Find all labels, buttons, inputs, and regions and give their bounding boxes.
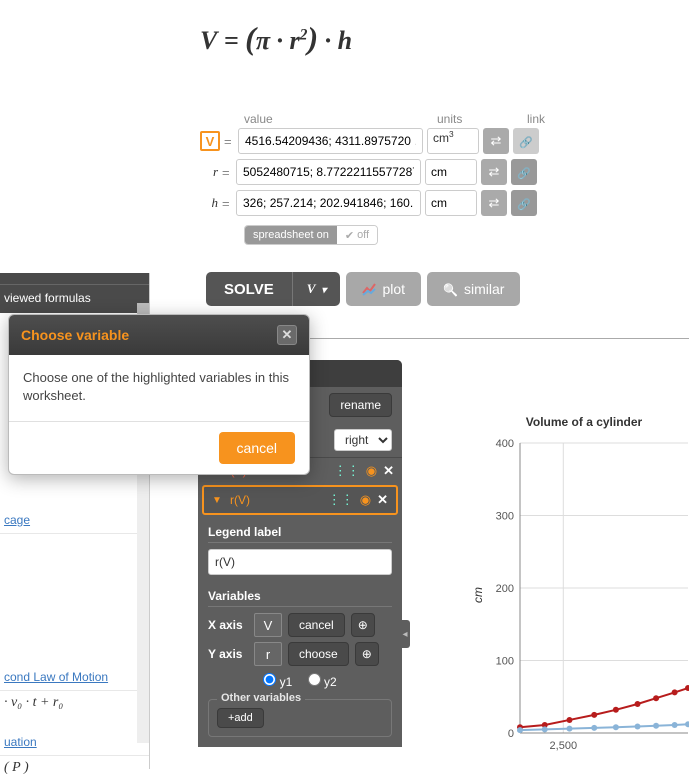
solve-button[interactable]: SOLVE V	[206, 272, 340, 306]
add-variable-button[interactable]: +add	[217, 708, 264, 728]
connect-icon[interactable]: ⋮⋮	[328, 492, 354, 508]
chevron-down-icon: ▼	[212, 495, 222, 506]
swap-icon[interactable]	[483, 128, 509, 154]
similar-button[interactable]: similar	[427, 272, 520, 306]
variable-badge[interactable]: V	[200, 131, 220, 151]
variable-units-input[interactable]	[425, 190, 477, 216]
legend-label-input[interactable]	[208, 549, 392, 575]
svg-text:400: 400	[496, 438, 514, 450]
y-axis-var[interactable]: r	[254, 642, 282, 666]
variable-symbol: h	[200, 195, 218, 211]
variable-row: r =	[200, 159, 545, 185]
svg-text:200: 200	[496, 583, 514, 595]
x-axis-label: X axis	[208, 618, 248, 632]
modal-cancel-button[interactable]: cancel	[219, 432, 295, 464]
variable-value-input[interactable]	[236, 159, 421, 185]
swap-icon[interactable]	[481, 159, 507, 185]
col-value-header: value	[244, 112, 437, 126]
search-icon	[443, 281, 458, 297]
legend-label-header: Legend label	[208, 525, 392, 543]
connect-icon[interactable]: ⋮⋮	[334, 463, 360, 479]
panel-drag-handle[interactable]: ◂	[400, 620, 410, 648]
sidebar-formula: · v₀ · t + r₀	[0, 691, 149, 713]
target-icon[interactable]	[351, 613, 375, 637]
sidebar-link[interactable]: uation	[0, 729, 149, 756]
variable-row: h =	[200, 190, 545, 216]
eye-icon[interactable]: ◉	[360, 492, 371, 508]
sidebar-formula: ( P )	[0, 756, 149, 778]
sidebar-link[interactable]: cage	[0, 507, 149, 534]
eye-icon[interactable]: ◉	[366, 463, 377, 479]
action-row: SOLVE V plot similar	[206, 272, 520, 306]
variable-table: value units link V = cm3 r = h = spreads…	[200, 112, 545, 245]
align-select[interactable]: right	[334, 429, 392, 451]
variable-units-input[interactable]: cm3	[427, 128, 479, 154]
variable-value-input[interactable]	[236, 190, 421, 216]
chart-icon	[362, 282, 376, 296]
svg-text:2,500: 2,500	[550, 740, 578, 752]
formula-display: V = (π · r2) · h	[200, 20, 352, 57]
modal-body: Choose one of the highlighted variables …	[9, 355, 309, 422]
modal-close-button[interactable]: ✕	[277, 325, 297, 345]
choose-variable-modal: Choose variable ✕ Choose one of the high…	[8, 314, 310, 475]
sidebar-link[interactable]: cond Law of Motion	[0, 664, 149, 691]
plot-button[interactable]: plot	[346, 272, 421, 306]
svg-text:100: 100	[496, 656, 514, 668]
other-variables-title: Other variables	[217, 692, 305, 704]
y2-radio[interactable]: y2	[308, 675, 337, 689]
variable-value-input[interactable]	[238, 128, 423, 154]
link-icon[interactable]	[513, 128, 539, 154]
y1-radio[interactable]: y1	[263, 675, 292, 689]
link-icon[interactable]	[511, 190, 537, 216]
y-axis-choose-button[interactable]: choose	[288, 642, 349, 666]
check-icon: ✔	[345, 229, 354, 242]
target-icon[interactable]	[355, 642, 379, 666]
variable-row: V = cm3	[200, 128, 545, 154]
variable-symbol: r	[200, 164, 218, 180]
viewed-formulas-header: viewed formulas	[0, 284, 149, 313]
close-icon[interactable]: ✕	[377, 492, 388, 508]
chart-svg: 0 100 200 300 400 2,500	[478, 433, 689, 763]
variable-units-input[interactable]	[425, 159, 477, 185]
link-icon[interactable]	[511, 159, 537, 185]
chart-ylabel: cm	[471, 587, 485, 603]
x-axis-cancel-button[interactable]: cancel	[288, 613, 345, 637]
x-axis-var[interactable]: V	[254, 613, 282, 637]
svg-text:300: 300	[496, 511, 514, 523]
close-icon[interactable]: ✕	[383, 463, 394, 479]
chart-title: Volume of a cylinder	[478, 415, 689, 429]
trace-row-active[interactable]: ▼ r(V) ⋮⋮ ◉ ✕	[202, 485, 398, 515]
modal-title: Choose variable	[21, 327, 129, 343]
rename-button[interactable]: rename	[329, 393, 392, 417]
y-axis-label: Y axis	[208, 647, 248, 661]
other-variables-box: Other variables +add	[208, 699, 392, 737]
variables-header: Variables	[208, 589, 392, 607]
caret-down-icon	[321, 281, 326, 297]
swap-icon[interactable]	[481, 190, 507, 216]
chart-area: Volume of a cylinder cm 01002003004002,5…	[478, 415, 689, 769]
col-units-header: units	[437, 112, 499, 126]
svg-text:0: 0	[508, 728, 514, 740]
col-link-header: link	[527, 112, 545, 126]
spreadsheet-toggle[interactable]: spreadsheet on ✔off	[244, 225, 378, 245]
